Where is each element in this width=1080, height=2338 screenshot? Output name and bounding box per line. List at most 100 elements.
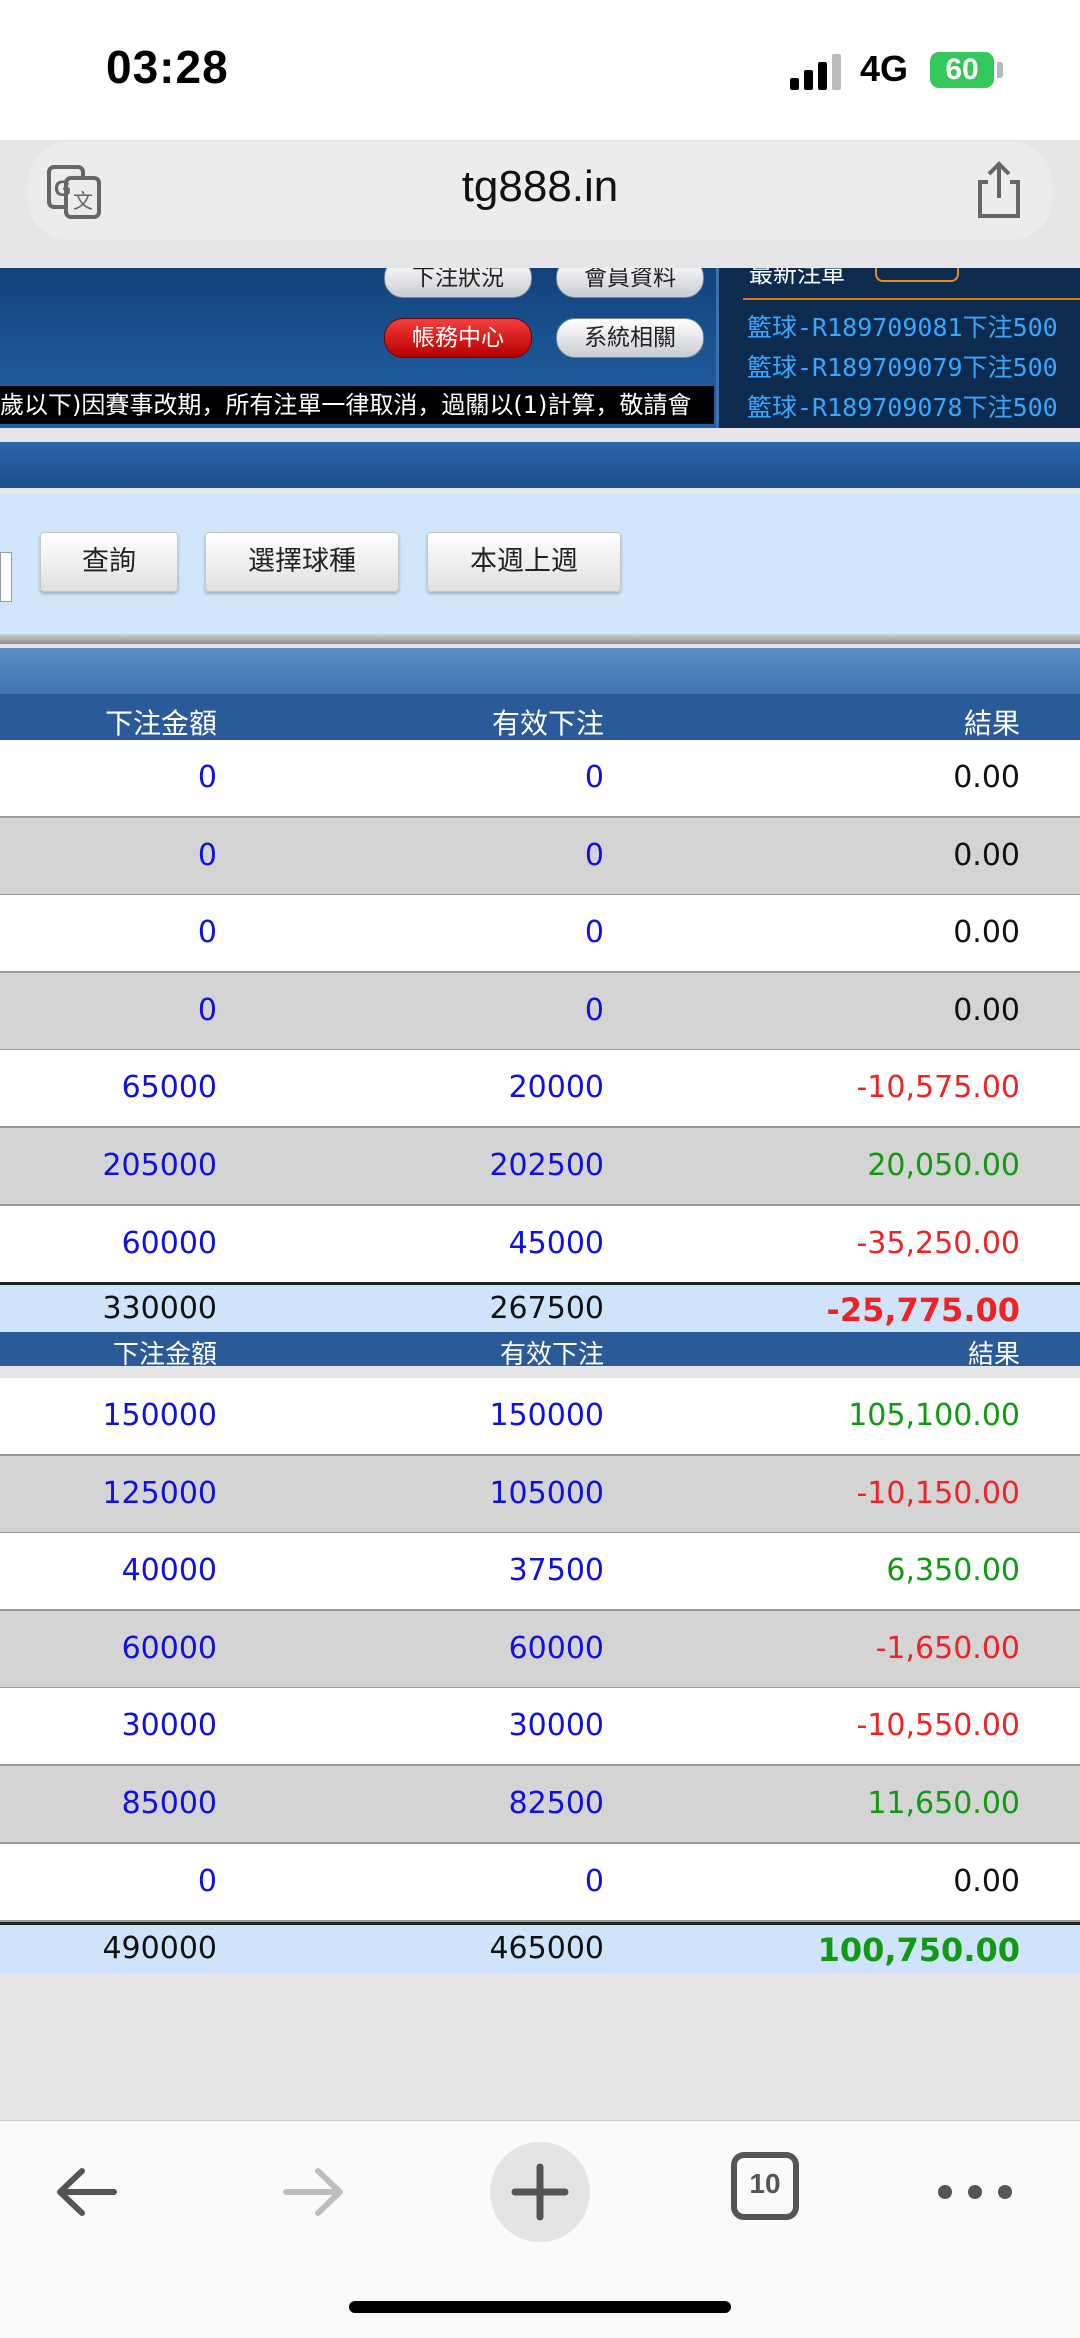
network-type: 4G: [860, 48, 909, 89]
latest-bet-line[interactable]: 籃球-R189709079下注500: [747, 348, 1058, 384]
tab-count: 10: [749, 2168, 781, 2199]
total-valid: 267500: [489, 1291, 604, 1326]
member-info-button[interactable]: 會員資料: [556, 268, 704, 298]
valid-bet-cell: 0: [584, 760, 604, 795]
latest-bets-title: 最新注單: [749, 268, 959, 289]
table-total-row: 330000 267500 -25,775.00: [0, 1282, 1080, 1333]
table-row: 205000 202500 20,050.00: [0, 1128, 1080, 1206]
query-button[interactable]: 查詢: [40, 532, 178, 592]
total-amount: 490000: [102, 1931, 217, 1966]
valid-bet-cell: 0: [584, 915, 604, 951]
title-band: [0, 442, 1080, 488]
bet-status-button[interactable]: 下注狀況: [384, 268, 532, 298]
result-cell: -10,575.00: [856, 1070, 1020, 1106]
date-input[interactable]: [0, 552, 12, 602]
valid-bet-cell: 202500: [489, 1148, 604, 1183]
result-cell: 20,050.00: [867, 1148, 1020, 1183]
result-cell: -10,150.00: [856, 1475, 1020, 1511]
table-row: 0 0 0.00: [0, 740, 1080, 818]
table-header: 下注金額 有效下注 結果: [0, 694, 1080, 740]
tabs-icon[interactable]: 10: [730, 2151, 800, 2221]
table-row: 125000 105000 -10,150.00: [0, 1455, 1080, 1534]
table-row: 30000 30000 -10,550.00: [0, 1688, 1080, 1767]
table-row: 60000 60000 -1,650.00: [0, 1610, 1080, 1689]
valid-bet-cell: 150000: [489, 1398, 604, 1433]
valid-bet-cell: 60000: [508, 1630, 604, 1666]
bet-amount-cell: 40000: [121, 1553, 217, 1589]
valid-bet-cell: 20000: [508, 1070, 604, 1106]
col-valid-bet: 有效下注: [499, 1340, 604, 1370]
valid-bet-cell: 105000: [489, 1475, 604, 1511]
table-row: 0 0 0.00: [0, 895, 1080, 974]
bet-amount-cell: 0: [197, 760, 217, 795]
system-button[interactable]: 系統相關: [556, 318, 704, 358]
bet-amount-cell: 85000: [121, 1786, 217, 1821]
col-bet-amount: 下注金額: [112, 1340, 217, 1370]
valid-bet-cell: 37500: [508, 1553, 604, 1589]
divider: [743, 298, 1080, 300]
table-row: 150000 150000 105,100.00: [0, 1378, 1080, 1456]
battery-icon: 60: [930, 52, 994, 88]
more-icon[interactable]: [935, 2157, 1015, 2227]
select-sport-button[interactable]: 選擇球種: [205, 532, 399, 592]
share-icon[interactable]: [970, 160, 1028, 220]
total-amount: 330000: [102, 1291, 217, 1326]
home-indicator: [349, 2301, 731, 2313]
news-ticker: 歲以下)因賽事改期，所有注單一律取消，過關以(1)計算，敬請會: [0, 386, 714, 424]
bet-amount-cell: 0: [197, 1863, 217, 1899]
latest-bet-line[interactable]: 籃球-R189709078下注500: [747, 388, 1058, 424]
table-row: 40000 37500 6,350.00: [0, 1533, 1080, 1612]
bet-amount-cell: 205000: [102, 1148, 217, 1183]
latest-bets-panel: 最新注單 籃球-R189709081下注500 籃球-R189709079下注5…: [716, 268, 1080, 428]
site-header: 下注狀況 會員資料 帳務中心 系統相關 歲以下)因賽事改期，所有注單一律取消，過…: [0, 268, 1080, 428]
result-cell: -1,650.00: [875, 1630, 1020, 1666]
signal-icon: [790, 52, 845, 90]
back-icon[interactable]: [52, 2157, 122, 2227]
result-cell: 0.00: [953, 760, 1020, 795]
bet-amount-cell: 150000: [102, 1398, 217, 1433]
result-cell: 0.00: [953, 837, 1020, 873]
table-total-row: 490000 465000 100,750.00: [0, 1922, 1080, 1973]
result-cell: 6,350.00: [886, 1553, 1020, 1589]
divider: [0, 634, 1080, 644]
address-bar[interactable]: G 文 tg888.in: [28, 142, 1052, 240]
table-row: 60000 45000 -35,250.00: [0, 1205, 1080, 1284]
result-cell: -35,250.00: [856, 1225, 1020, 1261]
bet-amount-cell: 30000: [121, 1708, 217, 1744]
total-result: -25,775.00: [826, 1291, 1020, 1329]
col-result: 結果: [963, 707, 1020, 740]
valid-bet-cell: 0: [584, 992, 604, 1028]
bet-amount-cell: 60000: [121, 1630, 217, 1666]
valid-bet-cell: 0: [584, 1863, 604, 1899]
result-cell: 11,650.00: [867, 1786, 1020, 1821]
bet-amount-cell: 0: [197, 837, 217, 873]
col-valid-bet: 有效下注: [491, 707, 604, 740]
forward-icon[interactable]: [278, 2157, 348, 2227]
bet-amount-cell: 0: [197, 915, 217, 951]
valid-bet-cell: 0: [584, 837, 604, 873]
table-row: 0 0 0.00: [0, 817, 1080, 896]
table-row: 65000 20000 -10,575.00: [0, 1050, 1080, 1129]
result-cell: 0.00: [953, 915, 1020, 951]
table-row: 0 0 0.00: [0, 1843, 1080, 1922]
bet-amount-cell: 125000: [102, 1475, 217, 1511]
battery-tip: [997, 62, 1003, 78]
latest-bet-line[interactable]: 籃球-R189709081下注500: [747, 308, 1058, 344]
header-menu: 下注狀況 會員資料 帳務中心 系統相關 歲以下)因賽事改期，所有注單一律取消，過…: [0, 268, 716, 428]
status-time: 03:28: [106, 41, 229, 93]
table-row: 85000 82500 11,650.00: [0, 1766, 1080, 1844]
bet-amount-cell: 65000: [121, 1070, 217, 1106]
result-cell: 105,100.00: [848, 1398, 1020, 1433]
new-tab-icon[interactable]: [489, 2141, 591, 2243]
bet-amount-cell: 60000: [121, 1225, 217, 1261]
total-result: 100,750.00: [817, 1931, 1020, 1969]
account-center-button[interactable]: 帳務中心: [384, 318, 532, 358]
status-bar: 03:28 4G 60: [0, 0, 1080, 140]
col-bet-amount: 下注金額: [104, 707, 217, 740]
bet-amount-cell: 0: [197, 992, 217, 1028]
result-cell: -10,550.00: [856, 1708, 1020, 1744]
week-toggle-button[interactable]: 本週上週: [427, 532, 621, 592]
valid-bet-cell: 30000: [508, 1708, 604, 1744]
url-text[interactable]: tg888.in: [28, 162, 1052, 212]
table-row: 0 0 0.00: [0, 972, 1080, 1051]
